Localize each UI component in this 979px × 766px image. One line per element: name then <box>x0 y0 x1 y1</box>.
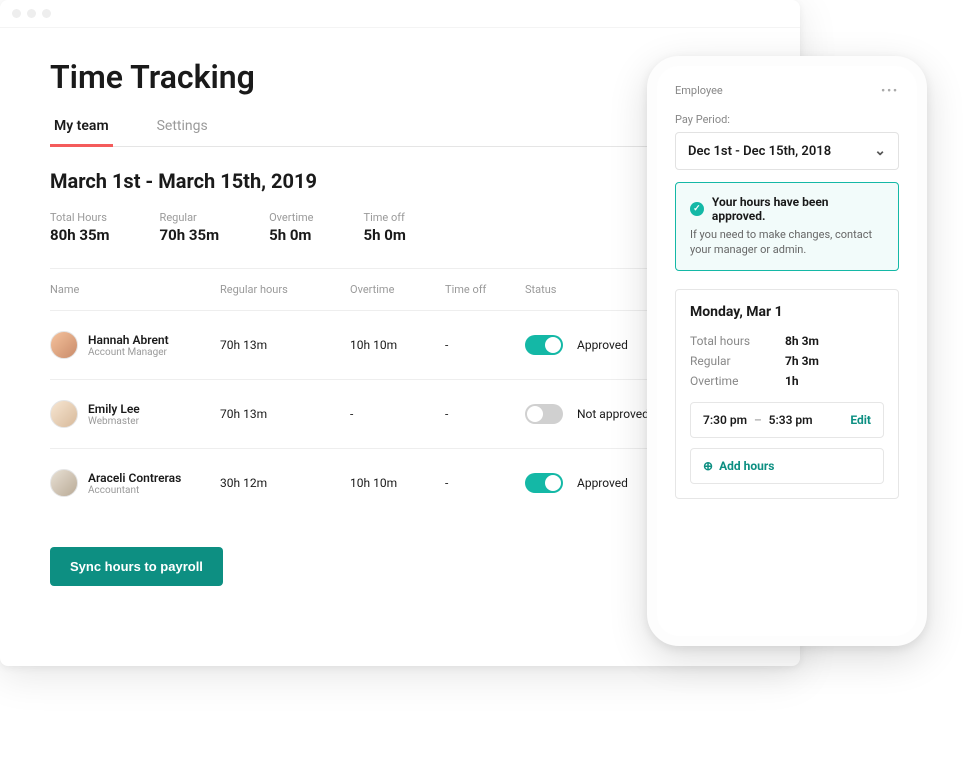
check-icon: ✓ <box>690 202 704 216</box>
edit-link[interactable]: Edit <box>850 413 871 427</box>
summary-total: Total Hours 80h 35m <box>50 211 110 244</box>
day-card: Monday, Mar 1 Total hours 8h 3m Regular … <box>675 289 899 499</box>
stat-label: Total hours <box>690 334 785 348</box>
employee-role: Accountant <box>88 485 181 496</box>
summary-value: 70h 35m <box>160 226 220 244</box>
pay-period-select[interactable]: Dec 1st - Dec 15th, 2018 ⌄ <box>675 132 899 170</box>
table-row: Araceli Contreras Accountant 30h 12m 10h… <box>50 448 750 517</box>
status-text: Not approved <box>577 407 649 421</box>
employee-name: Emily Lee <box>88 402 140 416</box>
tabs: My team Settings <box>50 110 750 147</box>
table-row: Emily Lee Webmaster 70h 13m - - Not appr… <box>50 379 750 448</box>
status-text: Approved <box>577 476 628 490</box>
timeoff-cell: - <box>445 407 525 421</box>
status-text: Approved <box>577 338 628 352</box>
table-row: Hannah Abrent Account Manager 70h 13m 10… <box>50 310 750 379</box>
summary-regular: Regular 70h 35m <box>160 211 220 244</box>
stat-overtime: Overtime 1h <box>690 374 884 388</box>
col-timeoff: Time off <box>445 283 525 296</box>
entry-start: 7:30 pm <box>703 413 747 427</box>
employee-role: Webmaster <box>88 416 140 427</box>
tab-settings[interactable]: Settings <box>153 110 212 147</box>
approval-subtext: If you need to make changes, contact you… <box>690 227 884 258</box>
chevron-down-icon: ⌄ <box>874 143 886 159</box>
summary-label: Regular <box>160 211 220 224</box>
add-hours-label: Add hours <box>719 459 774 473</box>
add-hours-button[interactable]: ⊕ Add hours <box>690 448 884 484</box>
window-control-dot[interactable] <box>42 9 51 18</box>
summary: Total Hours 80h 35m Regular 70h 35m Over… <box>50 211 750 244</box>
timeoff-cell: - <box>445 476 525 490</box>
person-cell: Hannah Abrent Account Manager <box>50 331 220 359</box>
window-control-dot[interactable] <box>12 9 21 18</box>
summary-value: 5h 0m <box>269 226 313 244</box>
pay-period-value: Dec 1st - Dec 15th, 2018 <box>688 144 831 159</box>
page-title: Time Tracking <box>50 58 750 96</box>
stat-value: 8h 3m <box>785 334 819 348</box>
mobile-header: Employee ••• <box>675 84 899 97</box>
approval-title: Your hours have been approved. <box>712 195 884 223</box>
regular-hours-cell: 70h 13m <box>220 407 350 421</box>
overtime-cell: 10h 10m <box>350 476 445 490</box>
stat-label: Regular <box>690 354 785 368</box>
status-toggle[interactable] <box>525 473 563 493</box>
pay-period-label: Pay Period: <box>675 113 899 126</box>
summary-value: 80h 35m <box>50 226 110 244</box>
employee-name: Araceli Contreras <box>88 471 181 485</box>
overtime-cell: - <box>350 407 445 421</box>
stat-regular: Regular 7h 3m <box>690 354 884 368</box>
summary-label: Time off <box>364 211 406 224</box>
time-entry: 7:30 pm – 5:33 pm Edit <box>690 402 884 438</box>
summary-value: 5h 0m <box>364 226 406 244</box>
window-control-dot[interactable] <box>27 9 36 18</box>
date-range: March 1st - March 15th, 2019 <box>50 169 750 193</box>
mobile-device: Employee ••• Pay Period: Dec 1st - Dec 1… <box>647 56 927 646</box>
summary-overtime: Overtime 5h 0m <box>269 211 313 244</box>
stat-label: Overtime <box>690 374 785 388</box>
tab-my-team[interactable]: My team <box>50 110 113 147</box>
col-regular: Regular hours <box>220 283 350 296</box>
col-overtime: Overtime <box>350 283 445 296</box>
approval-notice: ✓ Your hours have been approved. If you … <box>675 182 899 271</box>
avatar <box>50 331 78 359</box>
avatar <box>50 469 78 497</box>
stat-value: 1h <box>785 374 799 388</box>
status-toggle[interactable] <box>525 335 563 355</box>
col-name: Name <box>50 283 220 296</box>
entry-separator: – <box>754 413 762 427</box>
summary-label: Overtime <box>269 211 313 224</box>
avatar <box>50 400 78 428</box>
employee-role: Account Manager <box>88 347 169 358</box>
day-title: Monday, Mar 1 <box>690 304 884 320</box>
summary-label: Total Hours <box>50 211 110 224</box>
entry-end: 5:33 pm <box>769 413 813 427</box>
person-cell: Emily Lee Webmaster <box>50 400 220 428</box>
sync-hours-button[interactable]: Sync hours to payroll <box>50 547 223 586</box>
role-label: Employee <box>675 84 723 97</box>
summary-timeoff: Time off 5h 0m <box>364 211 406 244</box>
regular-hours-cell: 70h 13m <box>220 338 350 352</box>
person-cell: Araceli Contreras Accountant <box>50 469 220 497</box>
stat-value: 7h 3m <box>785 354 819 368</box>
window-titlebar <box>0 0 800 28</box>
status-toggle[interactable] <box>525 404 563 424</box>
regular-hours-cell: 30h 12m <box>220 476 350 490</box>
timeoff-cell: - <box>445 338 525 352</box>
table-header: Name Regular hours Overtime Time off Sta… <box>50 269 750 310</box>
stat-total: Total hours 8h 3m <box>690 334 884 348</box>
plus-icon: ⊕ <box>703 459 713 473</box>
team-table: Name Regular hours Overtime Time off Sta… <box>50 268 750 517</box>
employee-name: Hannah Abrent <box>88 333 169 347</box>
more-icon[interactable]: ••• <box>881 84 899 97</box>
overtime-cell: 10h 10m <box>350 338 445 352</box>
